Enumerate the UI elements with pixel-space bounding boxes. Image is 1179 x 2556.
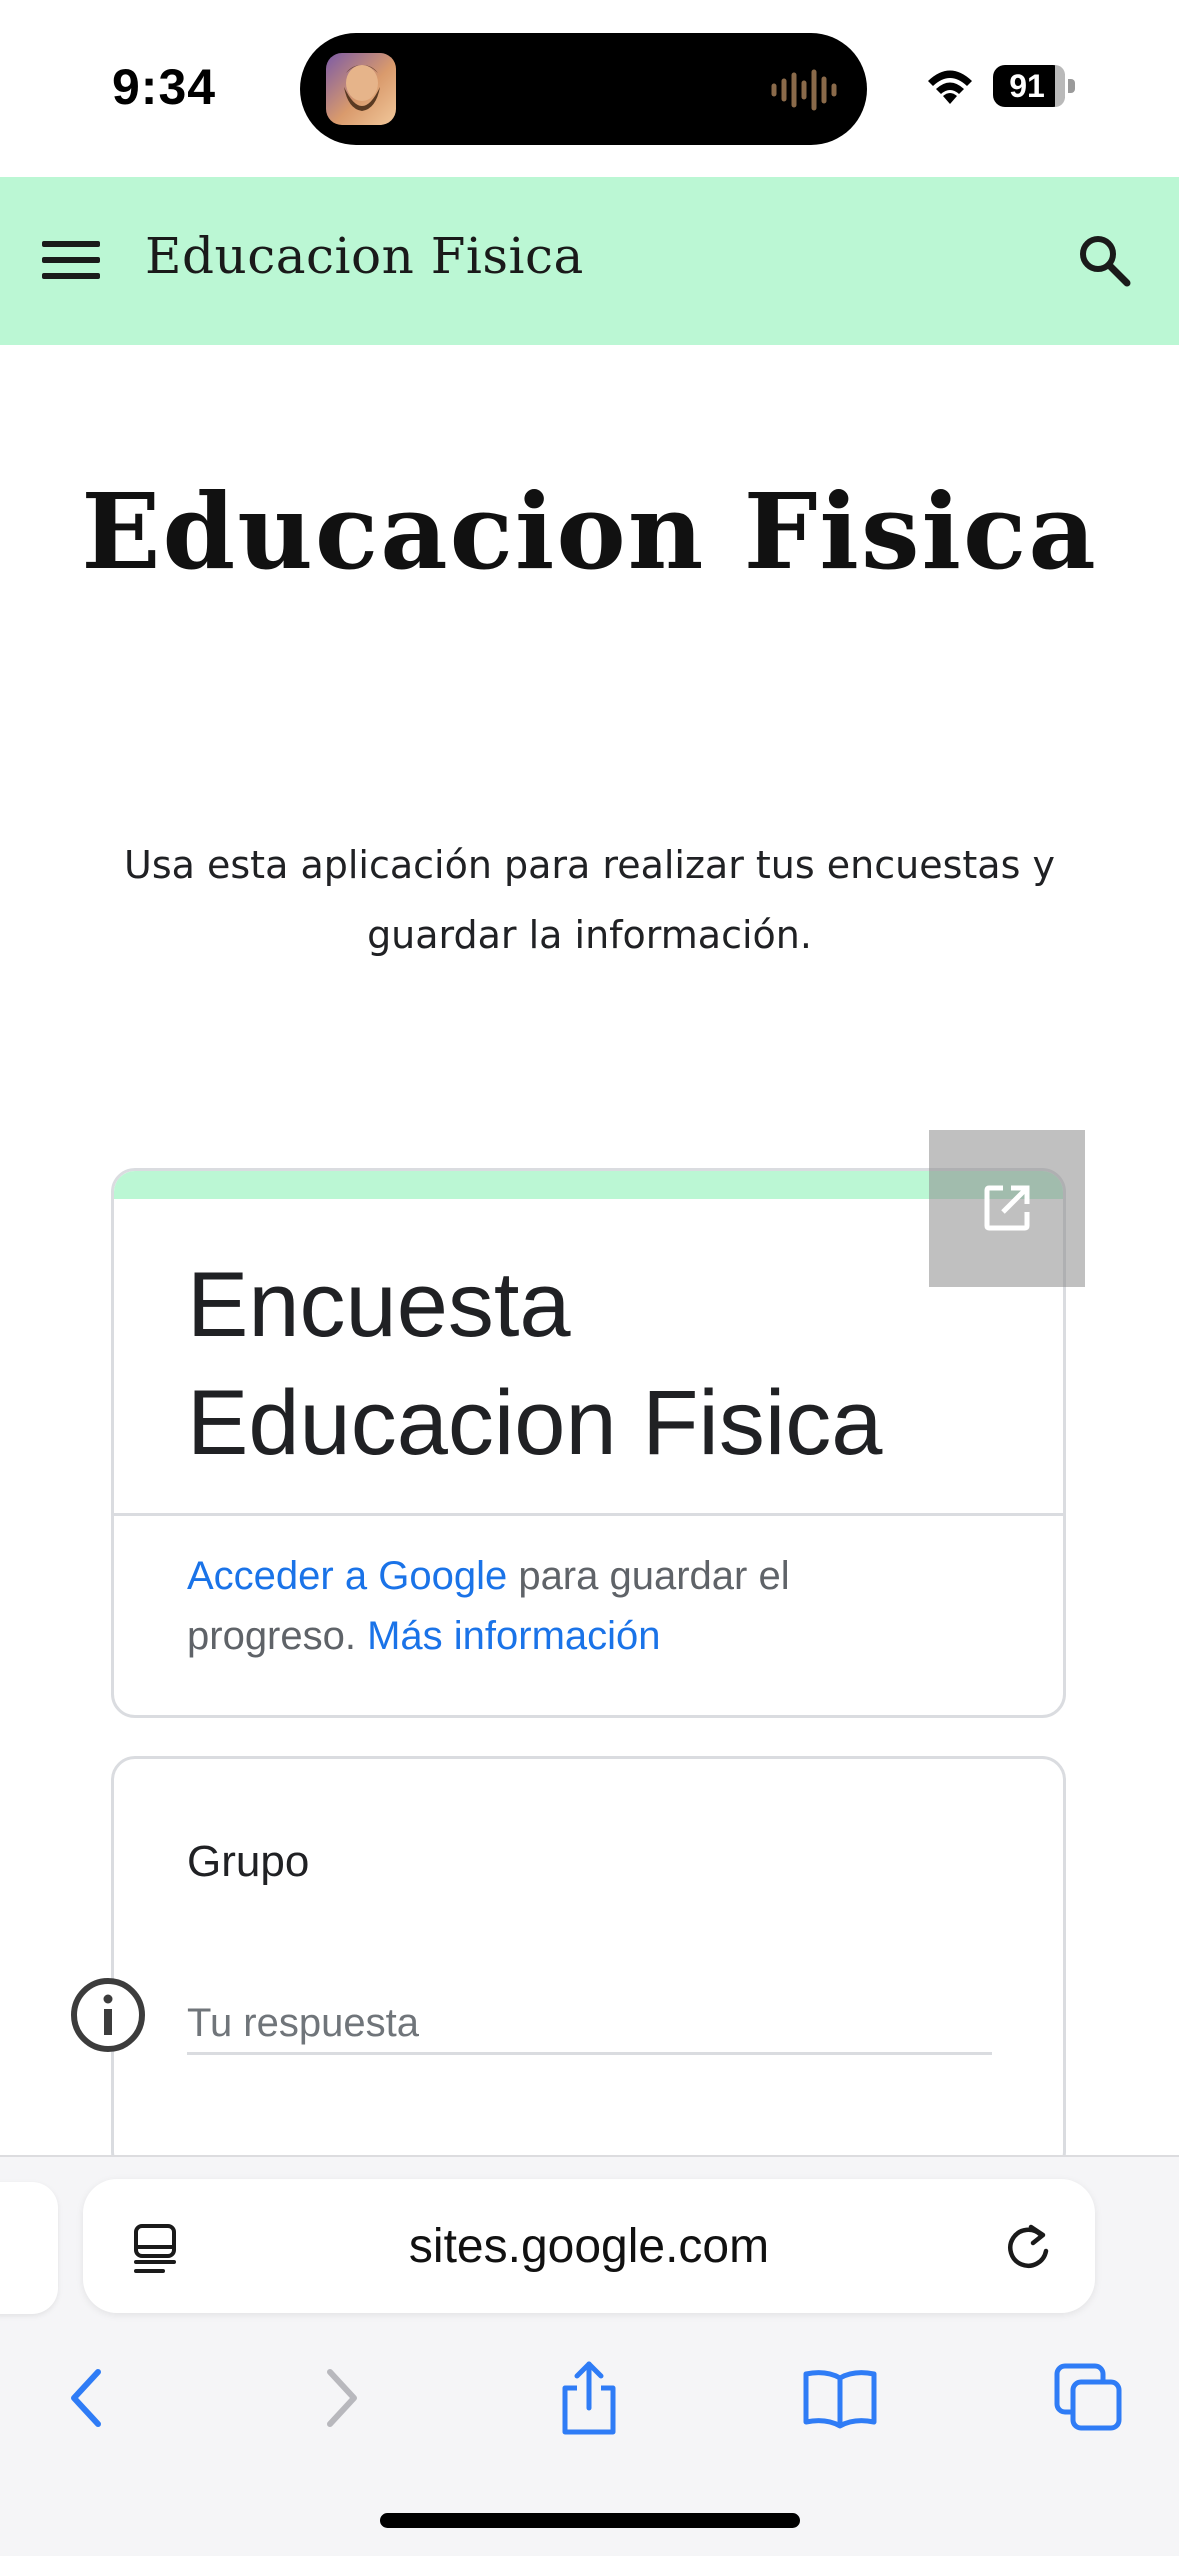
info-icon[interactable]: [68, 1975, 148, 2055]
question-card: Grupo: [111, 1756, 1066, 2176]
chevron-right-icon: [327, 2369, 357, 2427]
site-title[interactable]: Educacion Fisica: [145, 227, 584, 285]
more-info-link[interactable]: Más información: [367, 1614, 660, 1658]
battery-level: 91: [1009, 68, 1045, 104]
book-icon: [803, 2370, 877, 2429]
form-title: Encuesta Educacion Fisica: [187, 1254, 883, 1474]
search-icon[interactable]: [1075, 231, 1135, 291]
address-bar[interactable]: sites.google.com: [83, 2179, 1095, 2313]
tabs-icon: [1054, 2363, 1122, 2431]
audio-wave-icon: [769, 69, 839, 111]
bookmarks-button[interactable]: [795, 2353, 885, 2443]
battery-icon: 91: [993, 65, 1075, 107]
answer-input[interactable]: [187, 1995, 992, 2055]
back-button[interactable]: [42, 2353, 132, 2443]
share-button[interactable]: [544, 2353, 634, 2443]
question-label: Grupo: [187, 1837, 310, 1886]
forward-button[interactable]: [296, 2353, 386, 2443]
open-in-new-button[interactable]: [929, 1130, 1085, 1287]
now-playing-artwork: [326, 53, 396, 125]
dynamic-island[interactable]: [300, 33, 867, 145]
site-header: Educacion Fisica: [0, 177, 1179, 345]
safari-toolbar: [0, 2353, 1179, 2443]
address-text[interactable]: sites.google.com: [83, 2219, 1095, 2274]
hamburger-icon[interactable]: [42, 235, 102, 285]
page-heading: Educacion Fisica: [81, 470, 1098, 593]
share-icon: [562, 2361, 616, 2435]
open-in-new-icon: [984, 1185, 1030, 1231]
safari-bottom-bar: sites.google.com: [0, 2155, 1179, 2556]
intro-text: Usa esta aplicación para realizar tus en…: [124, 843, 1055, 957]
home-indicator[interactable]: [380, 2513, 800, 2528]
reload-icon[interactable]: [1001, 2221, 1055, 2275]
tabs-button[interactable]: [1044, 2353, 1134, 2443]
status-bar: 9:34 91: [0, 0, 1179, 177]
chevron-left-icon: [71, 2369, 101, 2427]
wifi-icon: [924, 66, 976, 106]
form-accent-bar: [114, 1171, 1063, 1199]
previous-tab-preview[interactable]: [0, 2182, 58, 2314]
status-time: 9:34: [112, 59, 217, 115]
form-header-card: Encuesta Educacion Fisica Acceder a Goog…: [111, 1168, 1066, 1718]
form-divider: [114, 1513, 1063, 1516]
form-signin-note: Acceder a Google para guardar el progres…: [187, 1546, 947, 1666]
signin-link[interactable]: Acceder a Google: [187, 1554, 507, 1598]
